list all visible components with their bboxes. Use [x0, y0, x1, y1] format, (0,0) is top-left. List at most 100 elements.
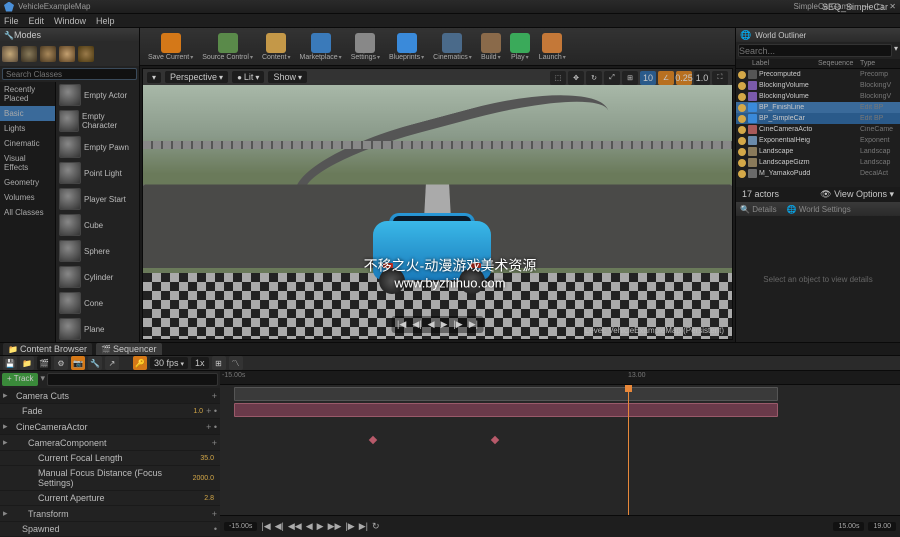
cat-visual-effects[interactable]: Visual Effects [0, 151, 55, 175]
visibility-icon[interactable] [738, 137, 746, 145]
tc-play[interactable]: ▶ [317, 521, 324, 532]
actor-item[interactable]: Plane [56, 316, 139, 342]
track-add-button[interactable]: + [212, 391, 217, 401]
fade-clip[interactable] [234, 403, 778, 417]
outliner-row[interactable]: M_YamakoPuddDecalAct [736, 168, 900, 179]
vp-to-start-button[interactable]: |◀ [397, 319, 406, 330]
actor-item[interactable]: Empty Actor [56, 82, 139, 108]
camera-cuts-clip[interactable] [234, 387, 778, 401]
seq-options-button[interactable]: ⚙ [54, 356, 68, 370]
view-options-button[interactable]: 👁 View Options ▾ [820, 189, 894, 200]
tc-play-reverse[interactable]: ◀ [306, 521, 313, 532]
cat-recently-placed[interactable]: Recently Placed [0, 82, 55, 106]
outliner-row[interactable]: LandscapeGizmLandscap [736, 157, 900, 168]
geometry-mode-icon[interactable] [78, 46, 94, 62]
playhead[interactable] [628, 385, 629, 515]
details-tab[interactable]: 🔍 Details [740, 205, 777, 214]
visibility-icon[interactable] [738, 126, 746, 134]
paint-mode-icon[interactable] [21, 46, 37, 62]
track-row[interactable]: ▸CameraComponent+ [0, 435, 220, 451]
col-label[interactable]: Label [752, 60, 818, 67]
visibility-icon[interactable] [738, 159, 746, 167]
vp-to-end-button[interactable]: ▶| [469, 319, 478, 330]
actor-item[interactable]: Cone [56, 290, 139, 316]
time-ruler[interactable]: -15.00s 13.00 [220, 371, 900, 385]
range-end[interactable]: 15.00s [833, 522, 864, 531]
toolbar-play[interactable]: Play▾ [506, 31, 534, 63]
track-add-button[interactable]: + [212, 438, 217, 448]
actor-item[interactable]: Player Start [56, 186, 139, 212]
track-value[interactable]: 1.0 [173, 408, 203, 415]
playback-speed[interactable]: 1x [191, 357, 209, 369]
menu-window[interactable]: Window [54, 16, 86, 26]
col-type[interactable]: Type [860, 60, 896, 67]
actor-item[interactable]: Point Light [56, 160, 139, 186]
seq-key-button[interactable]: 🔧 [88, 356, 102, 370]
track-add-button[interactable]: + [212, 509, 217, 519]
place-mode-icon[interactable] [2, 46, 18, 62]
track-add-button[interactable]: • [214, 524, 217, 534]
visibility-icon[interactable] [738, 170, 746, 178]
viewport-menu-button[interactable]: ▾ [147, 72, 161, 83]
expand-icon[interactable]: ▸ [3, 437, 11, 448]
toolbar-source-control[interactable]: Source Control▾ [198, 31, 257, 63]
track-row[interactable]: ▸Transform+ [0, 506, 220, 522]
vp-step-back-button[interactable]: ◀| [412, 319, 421, 330]
cat-basic[interactable]: Basic [0, 106, 55, 121]
outliner-row[interactable]: CineCameraActoCineCame [736, 124, 900, 135]
actor-item[interactable]: Empty Pawn [56, 134, 139, 160]
tc-step-fwd[interactable]: |▶ [345, 521, 354, 532]
foliage-mode-icon[interactable] [59, 46, 75, 62]
track-row[interactable]: Spawned• [0, 522, 220, 537]
track-row[interactable]: Current Aperture2.8 [0, 491, 220, 506]
cat-all-classes[interactable]: All Classes [0, 205, 55, 220]
seq-curve-editor-button[interactable]: 〽 [229, 356, 243, 370]
toolbar-settings[interactable]: Settings▾ [347, 31, 384, 63]
close-button[interactable]: ✕ [889, 2, 896, 11]
timeline[interactable]: -15.00s 13.00 -15.00s |◀ ◀| ◀◀ ◀ ▶ ▶▶ |▶… [220, 371, 900, 537]
actor-item[interactable]: Cube [56, 212, 139, 238]
search-classes-input[interactable] [2, 68, 137, 80]
seq-save-button[interactable]: 💾 [3, 356, 17, 370]
seq-camera-button[interactable]: 📷 [71, 356, 85, 370]
track-row[interactable]: ▸CineCameraActor+ • [0, 419, 220, 435]
actor-item[interactable]: Sphere [56, 238, 139, 264]
range-end2[interactable]: 19.00 [868, 522, 896, 531]
menu-edit[interactable]: Edit [29, 16, 45, 26]
track-filter-button[interactable]: ▾ [40, 373, 45, 386]
cat-lights[interactable]: Lights [0, 121, 55, 136]
toolbar-content[interactable]: Content▾ [258, 31, 295, 63]
outliner-row[interactable]: BP_FinishLineEdit BP [736, 102, 900, 113]
visibility-icon[interactable] [738, 148, 746, 156]
perspective-dropdown[interactable]: Perspective ▾ [165, 71, 228, 83]
track-value[interactable]: 35.0 [184, 455, 214, 462]
visibility-icon[interactable] [738, 115, 746, 123]
track-add-button[interactable]: + • [206, 406, 217, 416]
lit-dropdown[interactable]: ● Lit ▾ [232, 71, 264, 83]
track-search-input[interactable] [47, 373, 218, 386]
outliner-row[interactable]: BlockingVolumeBlockingV [736, 91, 900, 102]
add-track-button[interactable]: + Track [2, 373, 38, 386]
menu-help[interactable]: Help [96, 16, 115, 26]
tc-loop[interactable]: ↻ [372, 521, 380, 532]
expand-icon[interactable]: ▸ [3, 421, 11, 432]
vp-reverse-button[interactable]: ◀ [428, 319, 435, 330]
seq-snap-button[interactable]: ⊞ [212, 356, 226, 370]
outliner-row[interactable]: BlockingVolumeBlockingV [736, 80, 900, 91]
visibility-icon[interactable] [738, 104, 746, 112]
visibility-icon[interactable] [738, 71, 746, 79]
range-start[interactable]: -15.00s [224, 522, 257, 531]
tc-step-back[interactable]: ◀| [275, 521, 284, 532]
toolbar-cinematics[interactable]: Cinematics▾ [429, 31, 476, 63]
viewport[interactable]: ▾ Perspective ▾ ● Lit ▾ Show ▾ [ Pilot A… [142, 68, 733, 340]
track-row[interactable]: Current Focal Length35.0 [0, 451, 220, 466]
track-row[interactable]: Manual Focus Distance (Focus Settings)20… [0, 466, 220, 491]
vp-step-fwd-button[interactable]: |▶ [453, 319, 462, 330]
outliner-row[interactable]: ExponentialHeigExponent [736, 135, 900, 146]
visibility-icon[interactable] [738, 82, 746, 90]
expand-icon[interactable]: ▸ [3, 390, 11, 401]
track-value[interactable]: 2000.0 [184, 475, 214, 482]
track-row[interactable]: Fade1.0+ • [0, 404, 220, 419]
outliner-row[interactable]: BP_SimpleCarEdit BP [736, 113, 900, 124]
tc-to-start[interactable]: |◀ [261, 521, 270, 532]
